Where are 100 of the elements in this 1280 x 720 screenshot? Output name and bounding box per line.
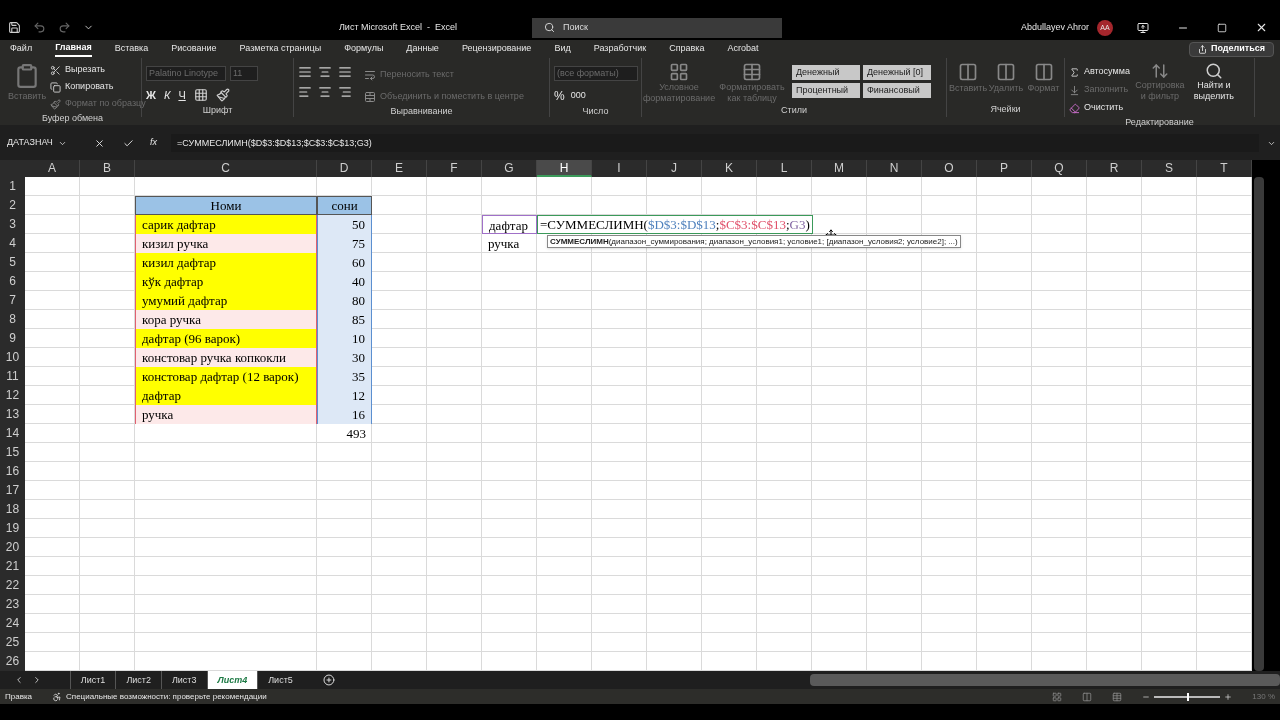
fill-color-icon[interactable] (215, 88, 230, 103)
copy-button[interactable]: Копировать (65, 80, 114, 94)
row-header[interactable]: 8 (0, 310, 25, 329)
align-bottom-icon[interactable] (338, 65, 352, 79)
normal-view-icon[interactable] (1052, 691, 1063, 702)
restore-icon[interactable] (1217, 22, 1227, 33)
ribbon-tab[interactable]: Рецензирование (461, 42, 532, 56)
cell-editor[interactable]: =СУММЕСЛИМН($D$3:$D$13;$C$3:$C$13;G3) (537, 215, 813, 234)
scroll-left-icon[interactable] (14, 675, 24, 685)
horizontal-scrollbar[interactable] (809, 674, 1280, 686)
cell-style-chip[interactable]: Процентный (792, 83, 860, 98)
table-cell: 75 (317, 234, 372, 253)
user-name: Abdullayev Ahror (1020, 20, 1089, 34)
table-cell: 60 (317, 253, 372, 272)
row-header[interactable]: 22 (0, 576, 25, 595)
table-cell: 12 (317, 386, 372, 405)
row-header[interactable]: 16 (0, 462, 25, 481)
cut-button[interactable]: Вырезать (65, 63, 106, 77)
cell-style-chip[interactable]: Финансовый (863, 83, 931, 98)
cell-style-chip[interactable]: Денежный [0] (863, 65, 931, 80)
thousands-button[interactable]: 000 (570, 89, 586, 103)
row-header[interactable]: 24 (0, 614, 25, 633)
row-header[interactable]: 6 (0, 272, 25, 291)
row-header[interactable]: 10 (0, 348, 25, 367)
ribbon-tab[interactable]: Справка (669, 42, 705, 56)
underline-button[interactable]: Ч (178, 87, 186, 104)
italic-button[interactable]: К (163, 87, 171, 104)
row-header[interactable]: 9 (0, 329, 25, 348)
table-cell: ручка (135, 405, 317, 424)
row-header[interactable]: 13 (0, 405, 25, 424)
page-layout-icon[interactable] (1082, 691, 1093, 702)
cell-style-chip[interactable]: Денежный (792, 65, 860, 80)
ribbon-tab[interactable]: Данные (406, 42, 439, 56)
find-select-button[interactable]: Найти и выделить (1189, 80, 1238, 102)
ribbon-tab[interactable]: Разметка страницы (239, 42, 322, 56)
row-header[interactable]: 1 (0, 177, 25, 196)
ribbon-tab[interactable]: Вставка (114, 42, 149, 56)
row-header[interactable]: 23 (0, 595, 25, 614)
row-header[interactable]: 4 (0, 234, 25, 253)
row-header[interactable]: 20 (0, 538, 25, 557)
ribbon-tab[interactable]: Вид (554, 42, 571, 56)
autosum-button[interactable]: Автосумма (1084, 65, 1130, 79)
row-header[interactable]: 5 (0, 253, 25, 272)
row-header[interactable]: 3 (0, 215, 25, 234)
page-break-icon[interactable] (1112, 691, 1123, 702)
formula-field[interactable]: =СУММЕСЛИМН($D$3:$D$13;$C$3:$C$13;G3) (171, 134, 1259, 152)
table-format-icon (742, 62, 762, 82)
accessibility-icon (52, 691, 63, 702)
vertical-scrollbar[interactable] (1254, 177, 1264, 671)
add-sheet-icon[interactable] (322, 674, 335, 686)
align-right-icon[interactable] (338, 85, 352, 99)
align-top-icon[interactable] (298, 65, 312, 79)
row-header[interactable]: 25 (0, 633, 25, 652)
row-header[interactable]: 18 (0, 500, 25, 519)
align-center-icon[interactable] (318, 85, 332, 99)
sheet-tab[interactable]: Лист4 (206, 671, 258, 689)
row-header[interactable]: 2 (0, 196, 25, 215)
undo-icon[interactable] (33, 21, 46, 34)
save-icon[interactable] (8, 21, 21, 34)
ribbon-tab[interactable]: Рисование (171, 42, 217, 56)
search-field[interactable]: Поиск (532, 17, 782, 38)
enter-icon[interactable] (123, 137, 134, 149)
table-cell: сарик дафтар (135, 215, 317, 234)
ribbon-tab[interactable]: Разработчик (593, 42, 647, 56)
align-middle-icon[interactable] (318, 65, 332, 79)
ribbon-tab[interactable]: Главная (55, 41, 92, 57)
column-header[interactable]: H (537, 160, 592, 177)
borders-icon[interactable] (193, 88, 208, 103)
group-label: Ячейки (989, 103, 1022, 116)
clear-button[interactable]: Очистить (1084, 101, 1124, 115)
table-cell: кора ручка (135, 310, 317, 329)
row-header[interactable]: 14 (0, 424, 25, 443)
insert-function-button[interactable]: fx (150, 136, 157, 150)
percent-button[interactable]: % (554, 87, 565, 105)
row-header[interactable]: 17 (0, 481, 25, 500)
row-header[interactable]: 19 (0, 519, 25, 538)
bold-button[interactable]: Ж (146, 87, 156, 104)
criteria-cell-text: ручка (487, 235, 521, 253)
row-header[interactable]: 11 (0, 367, 25, 386)
row-header[interactable]: 15 (0, 443, 25, 462)
accessibility-status[interactable]: Специальные возможности: проверьте рекомендации (66, 690, 267, 703)
name-box[interactable]: ДАТАЗНАЧ (4, 135, 70, 151)
cancel-icon[interactable] (94, 137, 105, 149)
ribbon-tab[interactable]: Формулы (344, 42, 384, 56)
close-icon[interactable] (1255, 21, 1268, 34)
ribbon-tab[interactable]: Файл (10, 42, 33, 56)
row-header[interactable]: 7 (0, 291, 25, 310)
zoom-in-icon[interactable] (1224, 692, 1233, 701)
row-header[interactable]: 21 (0, 557, 25, 576)
function-tooltip: СУММЕСЛИМН(диапазон_суммирования; диапазон_условия1; условие1; [диапазон_условия2; условие2]; ...) (547, 235, 961, 248)
ribbon-display-icon[interactable] (1137, 21, 1149, 34)
share-button[interactable]: Поделиться (1189, 41, 1274, 57)
eraser-icon (1069, 102, 1080, 114)
row-header[interactable]: 12 (0, 386, 25, 405)
redo-icon[interactable] (58, 21, 71, 34)
ribbon-tab[interactable]: Acrobat (727, 42, 759, 56)
align-left-icon[interactable] (298, 85, 312, 99)
zoom-slider-thumb[interactable] (1187, 692, 1190, 701)
row-header[interactable]: 26 (0, 652, 25, 671)
clipboard-icon (14, 62, 40, 90)
